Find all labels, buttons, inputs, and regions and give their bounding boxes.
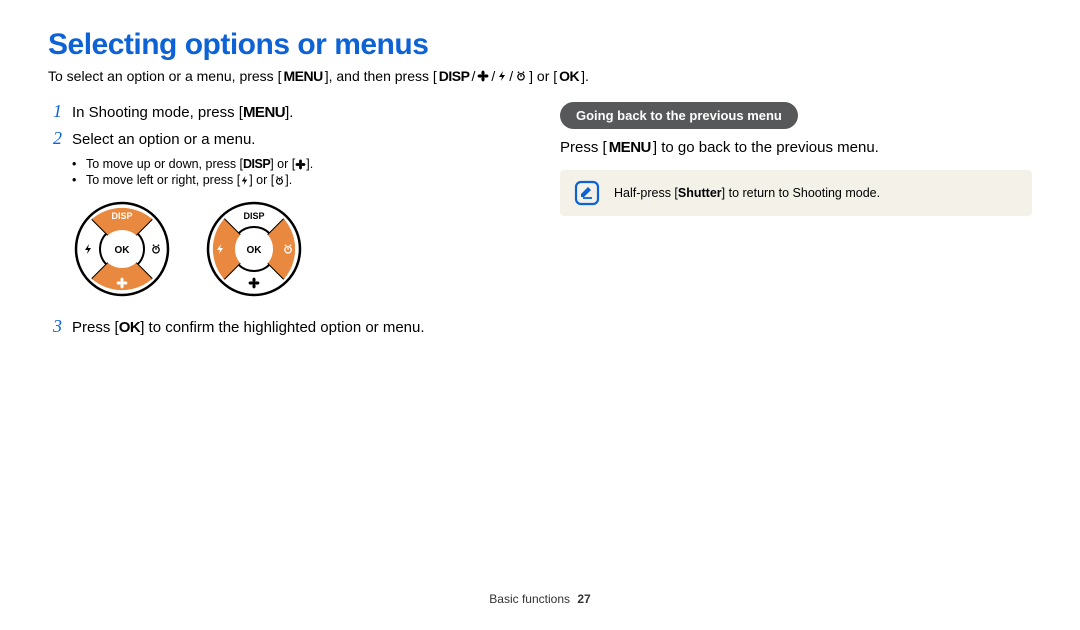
step-number: 1: [48, 102, 62, 120]
intro-paragraph: To select an option or a menu, press [ M…: [48, 68, 1032, 84]
note-text-a: Half-press [: [614, 186, 678, 200]
page-footer: Basic functions 27: [0, 592, 1080, 606]
control-wheel-vertical: DISP OK: [72, 199, 172, 299]
flower-icon: [295, 159, 306, 170]
step-text: ].: [285, 104, 293, 121]
disp-key: DISP: [243, 157, 270, 171]
step-text: Select an option or a menu.: [72, 130, 520, 150]
right-column: Going back to the previous menu Press [ …: [560, 102, 1032, 344]
control-wheel-diagrams: DISP OK DISP: [72, 199, 520, 299]
flash-icon: [497, 70, 507, 82]
shutter-key: Shutter: [678, 186, 722, 200]
intro-text: To select an option or a menu, press [: [48, 68, 281, 84]
menu-key: MENU: [283, 68, 322, 84]
step-3: 3 Press [OK] to confirm the highlighted …: [48, 317, 520, 338]
control-wheel-horizontal: DISP OK: [204, 199, 304, 299]
timer-icon: [274, 175, 285, 186]
step-text: ] to confirm the highlighted option or m…: [140, 319, 424, 336]
step-text: Press [: [72, 319, 119, 336]
list-item: To move up or down, press [DISP] or [].: [72, 157, 520, 171]
ok-key: OK: [559, 68, 579, 84]
bullet-text: ].: [306, 157, 313, 171]
intro-text: ] or [: [529, 68, 557, 84]
bullet-text: To move up or down, press [: [86, 157, 243, 171]
step-1: 1 In Shooting mode, press [MENU].: [48, 102, 520, 123]
footer-section: Basic functions: [489, 592, 570, 606]
bullet-text: ] or [: [270, 157, 295, 171]
step-number: 3: [48, 317, 62, 335]
ok-key: OK: [119, 318, 141, 338]
step-2: 2 Select an option or a menu.: [48, 129, 520, 150]
list-item: To move left or right, press [ ] or [].: [72, 173, 520, 187]
flower-icon: [477, 70, 489, 82]
sep: /: [471, 68, 475, 84]
note-text: Half-press [Shutter] to return to Shooti…: [614, 186, 880, 200]
step-2-bullets: To move up or down, press [DISP] or []. …: [72, 157, 520, 187]
bullet-text: ].: [285, 173, 292, 187]
page-number: 27: [577, 592, 590, 606]
flash-icon: [240, 175, 249, 186]
bullet-text: To move left or right, press [: [86, 173, 240, 187]
note-text-b: ] to return to Shooting mode.: [722, 186, 880, 200]
step-number: 2: [48, 129, 62, 147]
para-text: Press [: [560, 139, 607, 156]
note-icon: [574, 180, 600, 206]
note-callout: Half-press [Shutter] to return to Shooti…: [560, 170, 1032, 216]
disp-label: DISP: [243, 211, 264, 221]
ok-label: OK: [247, 245, 263, 256]
left-column: 1 In Shooting mode, press [MENU]. 2 Sele…: [48, 102, 520, 344]
disp-key: DISP: [439, 68, 470, 84]
right-paragraph: Press [ MENU ] to go back to the previou…: [560, 139, 1032, 156]
sep: /: [509, 68, 513, 84]
intro-text: ].: [581, 68, 589, 84]
sep: /: [491, 68, 495, 84]
intro-text: ], and then press [: [325, 68, 437, 84]
step-text: In Shooting mode, press [: [72, 104, 243, 121]
para-text: ] to go back to the previous menu.: [653, 139, 879, 156]
bullet-text: ] or [: [249, 173, 274, 187]
timer-icon: [515, 70, 527, 82]
menu-key: MENU: [609, 139, 651, 156]
ok-label: OK: [115, 245, 131, 256]
disp-label: DISP: [111, 211, 132, 221]
page-title: Selecting options or menus: [48, 28, 1032, 62]
menu-key: MENU: [243, 103, 285, 123]
subsection-heading: Going back to the previous menu: [560, 102, 798, 129]
